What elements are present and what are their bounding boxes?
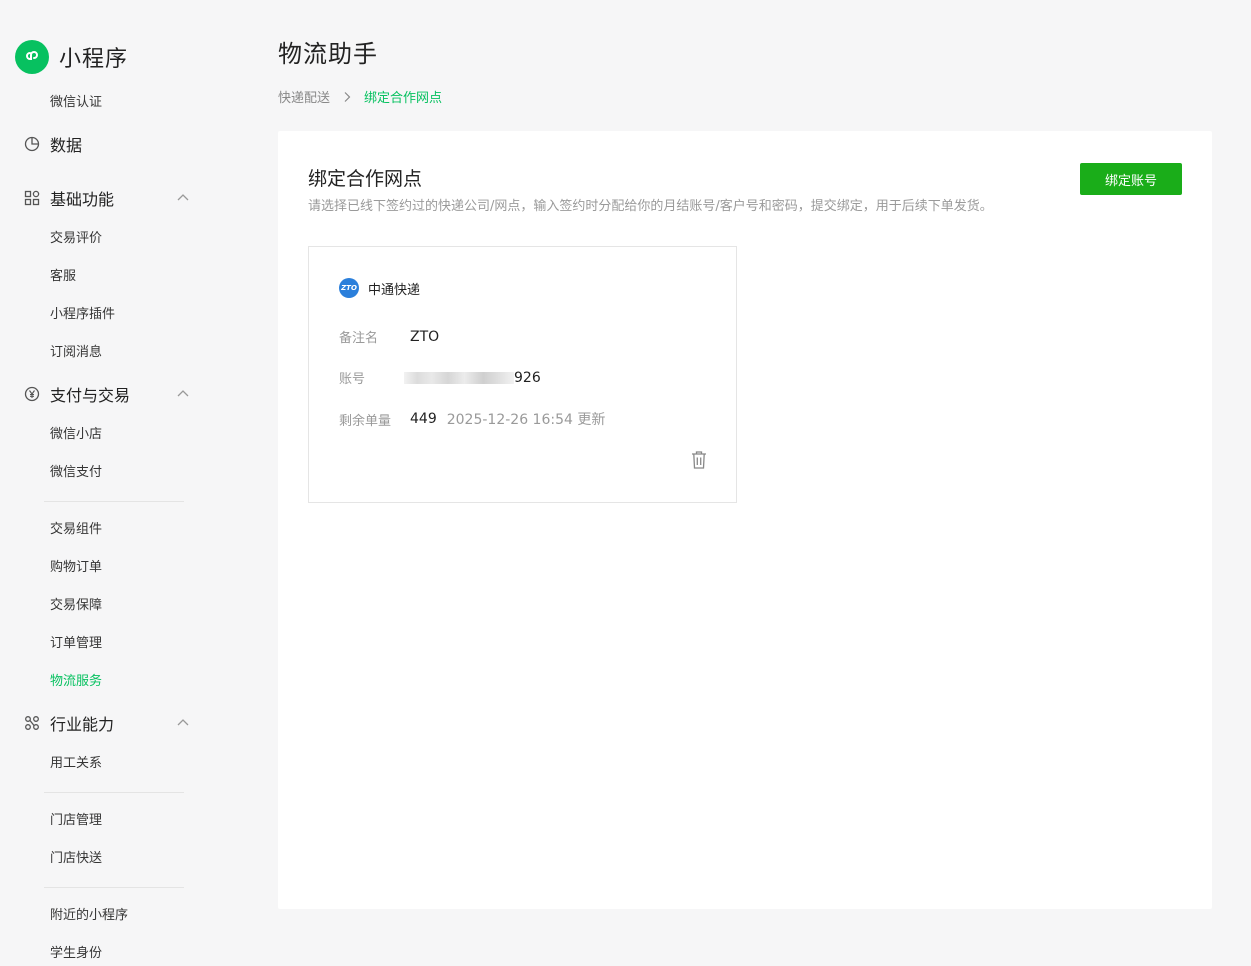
bind-account-button[interactable]: 绑定账号: [1080, 163, 1182, 195]
sidebar-item-plugins[interactable]: 小程序插件: [50, 305, 115, 325]
chevron-right-icon: [342, 91, 352, 103]
sidebar-group-basic[interactable]: 基础功能: [23, 186, 191, 210]
sidebar: 小程序 微信认证 数据 基础功能 交易评价 客服 小程序插件 订阅消息 支付与交…: [0, 0, 250, 966]
bind-panel: 绑定合作网点 请选择已线下签约过的快递公司/网点，输入签约时分配给你的月结账号/…: [278, 131, 1212, 909]
grid-icon: [23, 189, 41, 207]
account-row: 账号 926: [339, 368, 541, 388]
page-title: 物流助手: [278, 40, 378, 68]
nodes-icon: [23, 714, 41, 732]
remaining-row: 剩余单量 449 2025-12-26 16:54 更新: [339, 409, 605, 429]
trash-icon[interactable]: [690, 450, 708, 470]
sidebar-item-student-id[interactable]: 学生身份: [50, 944, 102, 964]
sidebar-item-store-delivery[interactable]: 门店快送: [50, 849, 102, 869]
panel-title: 绑定合作网点: [308, 168, 423, 190]
app-name: 小程序: [59, 47, 129, 72]
breadcrumb-parent[interactable]: 快递配送: [278, 87, 330, 106]
account-label: 账号: [339, 372, 366, 387]
chevron-up-icon[interactable]: [175, 715, 191, 731]
sidebar-item-order-management[interactable]: 订单管理: [50, 634, 102, 654]
sidebar-group-data[interactable]: 数据: [23, 132, 191, 156]
remaining-value: 449: [410, 411, 437, 427]
sidebar-item-wechat-pay[interactable]: 微信支付: [50, 463, 102, 483]
sidebar-item-wechat-shop[interactable]: 微信小店: [50, 425, 102, 445]
mini-program-icon: [15, 40, 49, 74]
account-value-suffix: 926: [514, 369, 541, 386]
panel-description: 请选择已线下签约过的快递公司/网点，输入签约时分配给你的月结账号/客户号和密码，…: [308, 199, 993, 214]
sidebar-item-subscribe-msg[interactable]: 订阅消息: [50, 343, 102, 363]
yen-icon: [23, 385, 41, 403]
updated-time: 2025-12-26 16:54 更新: [446, 412, 606, 428]
breadcrumb: 快递配送 绑定合作网点: [278, 87, 442, 106]
breadcrumb-current: 绑定合作网点: [364, 91, 443, 106]
sidebar-group-payment[interactable]: 支付与交易: [23, 382, 191, 406]
remark-label: 备注名: [339, 331, 379, 346]
remark-value: ZTO: [410, 328, 440, 345]
sidebar-item-logistics[interactable]: 物流服务: [50, 672, 102, 692]
app-logo[interactable]: 小程序: [15, 40, 128, 74]
remark-row: 备注名 ZTO: [339, 327, 440, 347]
sidebar-item-trade-component[interactable]: 交易组件: [50, 520, 102, 540]
chevron-up-icon[interactable]: [175, 386, 191, 402]
chevron-up-icon[interactable]: [175, 190, 191, 206]
sidebar-item-store-management[interactable]: 门店管理: [50, 811, 102, 831]
divider: [44, 501, 184, 502]
sidebar-item-trade-guarantee[interactable]: 交易保障: [50, 596, 102, 616]
remaining-label: 剩余单量: [339, 413, 392, 429]
sidebar-group-label: 数据: [50, 136, 83, 155]
sidebar-group-industry[interactable]: 行业能力: [23, 711, 191, 735]
pie-chart-icon: [23, 135, 41, 153]
sidebar-item-nearby[interactable]: 附近的小程序: [50, 906, 128, 926]
sidebar-group-label: 行业能力: [50, 715, 115, 734]
sidebar-item-shopping-orders[interactable]: 购物订单: [50, 558, 102, 578]
zto-logo-icon: ZTO: [339, 278, 359, 298]
sidebar-item-trade-review[interactable]: 交易评价: [50, 229, 102, 249]
sidebar-group-label: 基础功能: [50, 190, 115, 209]
carrier-name: 中通快递: [368, 282, 421, 298]
sidebar-item-wechat-verify[interactable]: 微信认证: [50, 93, 102, 113]
masked-account: [404, 371, 514, 384]
sidebar-group-label: 支付与交易: [50, 386, 131, 405]
carrier-account-card: ZTO 中通快递 备注名 ZTO 账号 926 剩余单量 449 2025-12…: [308, 246, 737, 503]
sidebar-item-employment[interactable]: 用工关系: [50, 754, 102, 774]
sidebar-item-customer-service[interactable]: 客服: [50, 267, 76, 287]
divider: [44, 792, 184, 793]
divider: [44, 887, 184, 888]
carrier-header: ZTO 中通快递: [339, 278, 420, 298]
